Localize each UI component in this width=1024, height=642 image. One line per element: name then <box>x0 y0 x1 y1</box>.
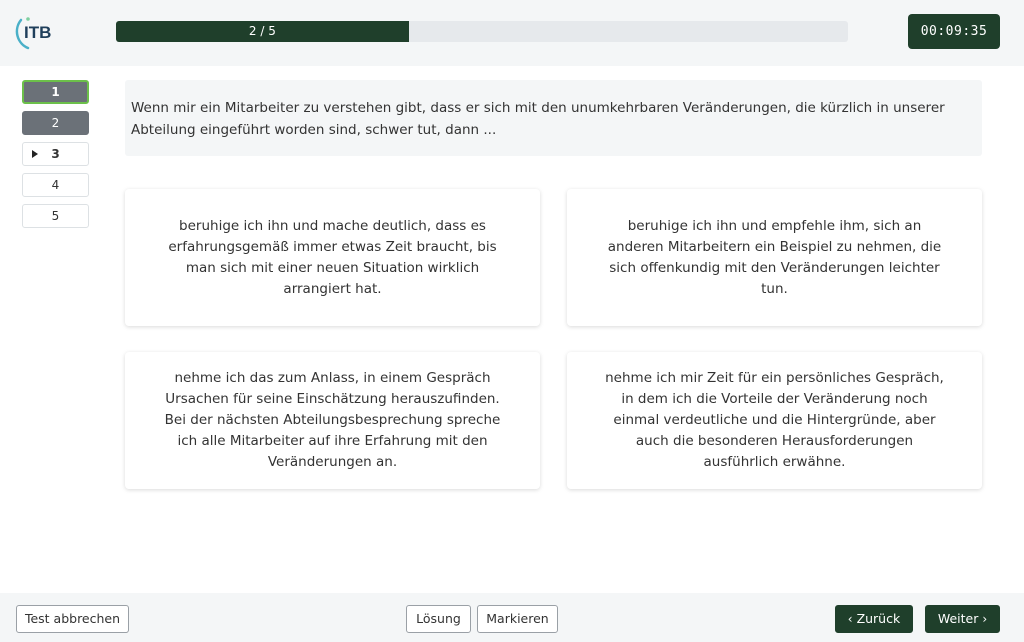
chevron-right-icon: › <box>982 612 988 626</box>
nav-item-label: 2 <box>51 116 60 130</box>
nav-item-4[interactable]: 4 <box>22 173 89 197</box>
logo-text: ITB <box>24 23 51 42</box>
question-nav: 1 2 3 4 5 <box>22 80 89 235</box>
solution-button[interactable]: Lösung <box>406 605 471 633</box>
question-text: Wenn mir ein Mitarbeiter zu verstehen gi… <box>125 80 982 156</box>
nav-item-label: 4 <box>51 178 60 192</box>
chevron-left-icon: ‹ <box>847 612 853 626</box>
timer: 00:09:35 <box>908 14 1000 49</box>
footer: Test abbrechen Lösung Markieren ‹ Zurück… <box>0 593 1024 642</box>
nav-item-3[interactable]: 3 <box>22 142 89 166</box>
answer-option-1[interactable]: beruhige ich ihn und mache deutlich, das… <box>125 189 540 326</box>
nav-item-2[interactable]: 2 <box>22 111 89 135</box>
mark-button[interactable]: Markieren <box>477 605 558 633</box>
caret-right-icon <box>32 150 38 158</box>
answer-option-2[interactable]: beruhige ich ihn und empfehle ihm, sich … <box>567 189 982 326</box>
answer-text: nehme ich das zum Anlass, in einem Gespr… <box>164 370 501 470</box>
back-button-label: Zurück <box>856 611 901 626</box>
answer-option-4[interactable]: nehme ich mir Zeit für ein persönliches … <box>567 352 982 489</box>
answer-option-3[interactable]: nehme ich das zum Anlass, in einem Gespr… <box>125 352 540 489</box>
nav-item-label: 5 <box>51 209 60 223</box>
nav-item-5[interactable]: 5 <box>22 204 89 228</box>
progress-label: 2 / 5 <box>248 24 276 38</box>
answer-text: beruhige ich ihn und mache deutlich, das… <box>168 217 497 297</box>
cancel-test-button[interactable]: Test abbrechen <box>16 605 129 633</box>
next-button[interactable]: Weiter › <box>925 605 1000 633</box>
nav-item-1[interactable]: 1 <box>22 80 89 104</box>
next-button-label: Weiter <box>937 611 979 626</box>
nav-item-label: 3 <box>51 147 60 161</box>
back-button[interactable]: ‹ Zurück <box>835 605 913 633</box>
header: ITB 2 / 5 00:09:35 <box>0 0 1024 66</box>
answer-text: beruhige ich ihn und empfehle ihm, sich … <box>607 217 942 297</box>
logo-dot <box>26 17 30 21</box>
nav-item-label: 1 <box>51 85 60 99</box>
itb-logo: ITB <box>14 12 60 52</box>
answer-text: nehme ich mir Zeit für ein persönliches … <box>605 370 944 470</box>
progress-bar: 2 / 5 <box>116 21 848 42</box>
